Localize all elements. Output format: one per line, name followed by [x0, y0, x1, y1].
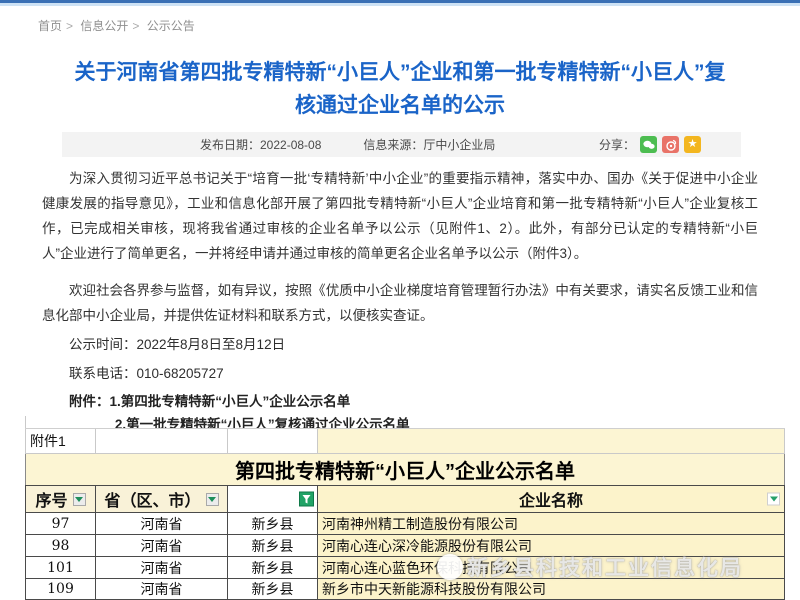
- cell-serial: 101: [25, 556, 95, 578]
- cell-province: 河南省: [95, 556, 227, 578]
- cell-company: 河南心连心蓝色环保科技有限公司: [317, 556, 785, 578]
- header-company: 企业名称: [317, 485, 785, 512]
- breadcrumb-home[interactable]: 首页: [38, 19, 62, 33]
- empty-cell: [95, 429, 227, 454]
- header-serial-label: 序号: [35, 487, 67, 511]
- page: 首页 > 信息公开 > 公示公告 关于河南省第四批专精特新“小巨人”企业和第一批专精…: [0, 0, 800, 600]
- breadcrumb-separator: >: [132, 19, 139, 33]
- header-serial: 序号: [25, 485, 95, 512]
- empty-cell: [317, 429, 785, 454]
- cell-county: 新乡县: [227, 512, 317, 534]
- contact-phone: 联系电话：010-68205727: [42, 361, 758, 386]
- filter-dropdown-icon[interactable]: [73, 493, 86, 506]
- cell-company: 新乡市中天新能源科技股份有限公司: [317, 578, 785, 600]
- breadcrumb-separator: >: [66, 19, 73, 33]
- top-banner-edge: [0, 0, 800, 6]
- header-province-label: 省（区、市）: [104, 487, 200, 511]
- weibo-share-icon[interactable]: [662, 136, 679, 153]
- publish-date: 发布日期：2022-08-08: [200, 136, 321, 153]
- share-label: 分享：: [599, 136, 635, 153]
- filter-dropdown-icon[interactable]: [206, 493, 219, 506]
- header-county-filtered: [227, 485, 317, 512]
- publicity-period: 公示时间：2022年8月8日至8月12日: [42, 332, 758, 357]
- breadcrumb: 首页 > 信息公开 > 公示公告: [38, 17, 199, 34]
- table-row: 98 河南省 新乡县 河南心连心深冷能源股份有限公司: [25, 534, 785, 556]
- cell-serial: 98: [25, 534, 95, 556]
- favorite-share-icon[interactable]: ★: [684, 136, 701, 153]
- paragraph-1: 为深入贯彻习近平总书记关于“培育一批‘专精特新’中小企业”的重要指示精神，落实中…: [42, 166, 758, 266]
- cell-province: 河南省: [95, 578, 227, 600]
- cell-company: 河南心连心深冷能源股份有限公司: [317, 534, 785, 556]
- meta-bar: 发布日期：2022-08-08 信息来源：厅中小企业局 分享： ★: [62, 132, 741, 157]
- table-row: 97 河南省 新乡县 河南神州精工制造股份有限公司: [25, 512, 785, 534]
- active-filter-funnel-icon[interactable]: [299, 492, 314, 507]
- attachment1-cell-label: 附件1: [25, 429, 95, 454]
- table-row: 101 河南省 新乡县 河南心连心蓝色环保科技有限公司: [25, 556, 785, 578]
- header-province: 省（区、市）: [95, 485, 227, 512]
- cell-company: 河南神州精工制造股份有限公司: [317, 512, 785, 534]
- table-row: 109 河南省 新乡县 新乡市中天新能源科技股份有限公司: [25, 578, 785, 600]
- cell-province: 河南省: [95, 512, 227, 534]
- filter-dropdown-icon[interactable]: [767, 493, 780, 506]
- table-header-row: 序号 省（区、市） 企业名称: [25, 485, 785, 512]
- paragraph-2: 欢迎社会各界参与监督，如有异议，按照《优质中小企业梯度培育管理暂行办法》中有关要…: [42, 278, 758, 328]
- empty-cell: [227, 429, 317, 454]
- cell-county: 新乡县: [227, 578, 317, 600]
- breadcrumb-announcements: 公示公告: [147, 19, 195, 33]
- info-source: 信息来源：厅中小企业局: [363, 136, 495, 153]
- cell-county: 新乡县: [227, 556, 317, 578]
- cell-province: 河南省: [95, 534, 227, 556]
- header-company-label: 企业名称: [519, 487, 583, 511]
- page-title: 关于河南省第四批专精特新“小巨人”企业和第一批专精特新“小巨人”复核通过企业名单…: [70, 56, 730, 122]
- wechat-share-icon[interactable]: [640, 136, 657, 153]
- share-bar: 分享： ★: [599, 136, 701, 153]
- cell-serial: 109: [25, 578, 95, 600]
- cell-county: 新乡县: [227, 534, 317, 556]
- breadcrumb-info-disclosure[interactable]: 信息公开: [80, 19, 128, 33]
- cell-serial: 97: [25, 512, 95, 534]
- table-title: 第四批专精特新“小巨人”企业公示名单: [25, 454, 785, 485]
- table-body: 97 河南省 新乡县 河南神州精工制造股份有限公司 98 河南省 新乡县 河南心…: [25, 512, 785, 600]
- sheet-corner-row: 附件1: [25, 428, 785, 454]
- attachment1-spreadsheet: 附件1 第四批专精特新“小巨人”企业公示名单 序号 省（区、市） 企业名称: [25, 416, 785, 600]
- attachment-link-1[interactable]: 附件：1.第四批专精特新“小巨人”企业公示名单: [42, 390, 758, 413]
- sheet-spacer: [25, 416, 785, 428]
